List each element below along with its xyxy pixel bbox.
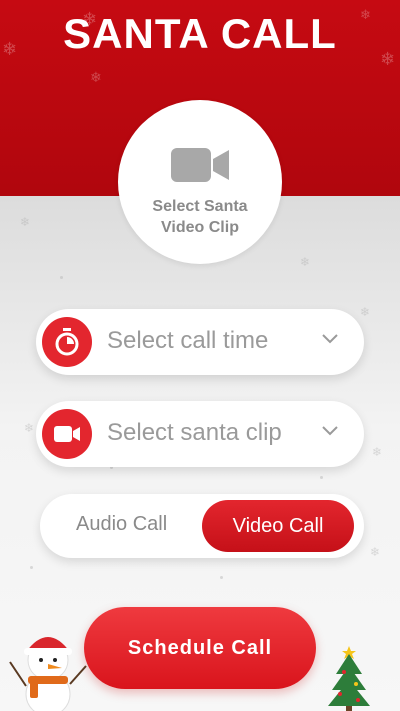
snowflake-decoration: ❄: [90, 69, 102, 85]
stopwatch-icon: [42, 317, 92, 367]
chevron-down-icon: [322, 426, 338, 436]
page-title: SANTA CALL: [63, 10, 337, 57]
audio-call-option[interactable]: Audio Call: [76, 513, 167, 536]
santa-clip-placeholder: Select santa clip: [107, 419, 282, 446]
call-time-dropdown[interactable]: Select call time: [36, 309, 364, 375]
chevron-down-icon: [322, 334, 338, 344]
call-time-placeholder: Select call time: [107, 327, 269, 354]
christmas-tree-illustration: [328, 646, 370, 711]
schedule-call-button[interactable]: Schedule Call: [84, 607, 316, 689]
select-santa-video-clip-label: Select Santa Video Clip: [152, 198, 248, 236]
video-call-option[interactable]: Video Call: [202, 500, 354, 552]
santa-clip-dropdown[interactable]: Select santa clip: [36, 401, 364, 467]
video-camera-icon: [42, 409, 92, 459]
call-type-toggle: Audio Call Video Call: [40, 494, 364, 558]
video-camera-icon: [171, 148, 229, 182]
snowman-illustration: [9, 637, 87, 711]
select-santa-video-clip-button[interactable]: Select Santa Video Clip: [118, 100, 282, 264]
